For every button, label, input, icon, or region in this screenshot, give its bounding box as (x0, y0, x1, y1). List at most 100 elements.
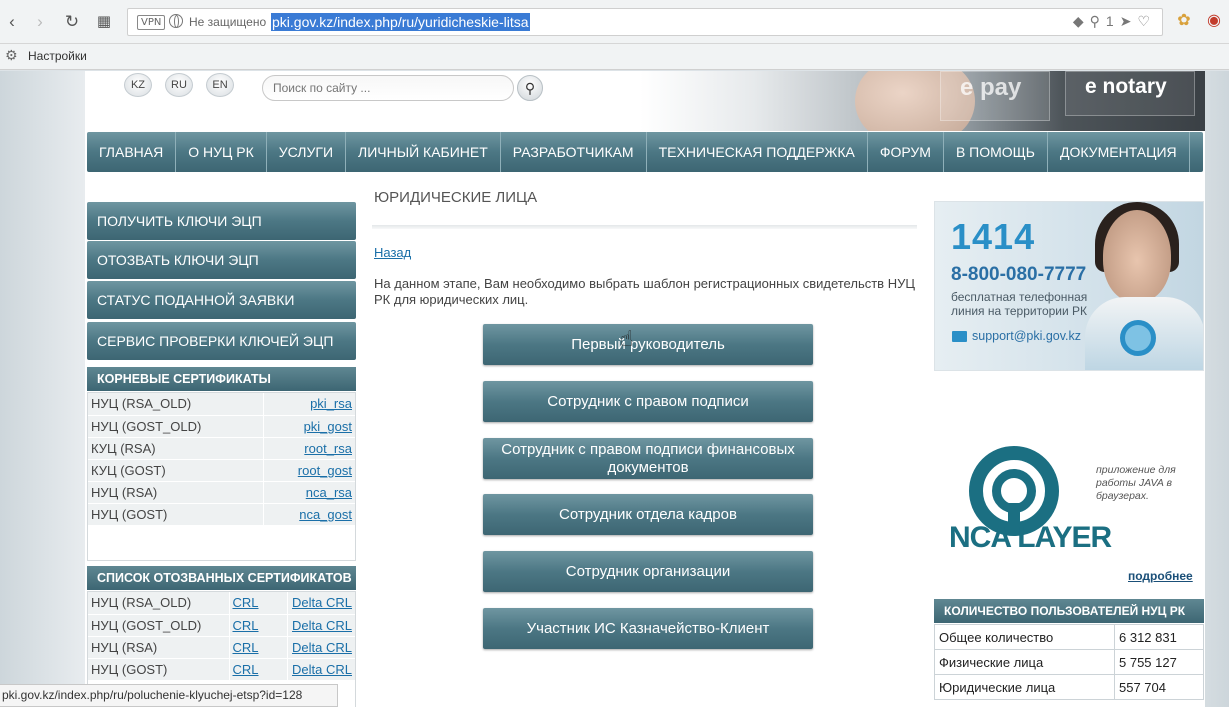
delta-crl-link[interactable]: Delta CRL (286, 658, 355, 681)
template-ceo-button[interactable]: Первый руководитель (483, 324, 813, 365)
table-row: НУЦ (RSA) nca_rsa (88, 481, 355, 504)
delta-crl-link[interactable]: Delta CRL (286, 592, 355, 615)
table-row: НУЦ (GOST) nca_gost (88, 503, 355, 526)
delta-crl-link[interactable]: Delta CRL (286, 614, 355, 637)
cert-name: НУЦ (RSA) (88, 481, 264, 504)
search-input[interactable] (273, 77, 503, 99)
support-email[interactable]: support@pki.gov.kz (972, 329, 1081, 343)
forward-icon[interactable]: › (28, 10, 52, 34)
extension-icon[interactable]: ✿ (1175, 12, 1193, 30)
crl-link[interactable]: CRL (228, 614, 287, 637)
template-finance-signatory-button[interactable]: Сотрудник с правом подписи финансовых до… (483, 438, 813, 479)
vpn-badge[interactable]: VPN (137, 15, 166, 30)
address-bar[interactable]: VPN Не защищено pki.gov.kz/index.php/ru/… (127, 8, 1163, 36)
cert-link[interactable]: pki_rsa (263, 393, 355, 416)
cert-link[interactable]: nca_rsa (263, 481, 355, 504)
tabs-grid-icon[interactable]: ▦ (92, 10, 116, 34)
url-text[interactable]: pki.gov.kz/index.php/ru/yuridicheskie-li… (271, 13, 530, 31)
cert-name: НУЦ (RSA_OLD) (88, 393, 264, 416)
nav-about[interactable]: О НУЦ РК (176, 132, 267, 172)
cert-link[interactable]: pki_gost (263, 415, 355, 438)
cert-link[interactable]: root_gost (263, 459, 355, 482)
bookmarks-bar: ⚙ Настройки (0, 44, 1229, 70)
more-link[interactable]: подробнее (1128, 569, 1193, 583)
delta-crl-link[interactable]: Delta CRL (286, 636, 355, 659)
pin-icon[interactable]: ◉ (1205, 12, 1223, 30)
tab-count[interactable]: 1 (1106, 13, 1120, 29)
zoom-icon[interactable]: ⚲ (1090, 13, 1106, 29)
crl-link[interactable]: CRL (228, 658, 287, 681)
search-box (262, 75, 514, 101)
ncalayer-logo-a: NCA (949, 521, 1011, 554)
back-icon[interactable]: ‹ (0, 10, 24, 34)
operator-image (1120, 320, 1156, 356)
nav-account[interactable]: Личный кабинет (346, 132, 501, 172)
root-certs-table: НУЦ (RSA_OLD) pki_rsa НУЦ (GOST_OLD) pki_g… (88, 393, 355, 526)
support-banner[interactable]: 1414 8-800-080-7777 бесплатная телефонна… (934, 201, 1204, 371)
crl-link[interactable]: CRL (228, 592, 287, 615)
nav-home[interactable]: Главная (87, 132, 177, 172)
nav-forum[interactable]: Форум (868, 132, 944, 172)
free-line-text: бесплатная телефонная линия на территори… (951, 290, 1088, 318)
lang-ru[interactable]: RU (165, 73, 193, 97)
ncalayer-banner[interactable]: NCA LAYER приложение для работы JAVA в б… (934, 431, 1204, 586)
template-signatory-button[interactable]: Сотрудник с правом подписи (483, 381, 813, 422)
template-treasury-button[interactable]: Участник ИС Казначейство-Клиент (483, 608, 813, 649)
ncalayer-logo-b: LAYER (1017, 521, 1112, 554)
table-row: Физические лица 5 755 127 (934, 649, 1204, 675)
template-employee-button[interactable]: Сотрудник организации (483, 551, 813, 592)
mail-icon (952, 331, 967, 342)
lang-en[interactable]: EN (206, 73, 234, 97)
table-row: НУЦ (GOST) CRL Delta CRL (88, 658, 355, 681)
address-actions: ◆⚲1➤♡ (1073, 13, 1156, 30)
page-viewport: KZ RU EN ⚲ e pay e notary Главная О НУЦ … (0, 71, 1229, 707)
table-row: Общее количество 6 312 831 (934, 624, 1204, 650)
nav-services[interactable]: Услуги (267, 132, 347, 172)
cert-name: НУЦ (GOST) (88, 503, 264, 526)
heart-icon[interactable]: ♡ (1137, 13, 1156, 29)
phone-number: 8-800-080-7777 (951, 264, 1087, 285)
banner-epay[interactable]: e pay (960, 74, 1021, 102)
gear-icon[interactable]: ⚙ (5, 47, 18, 64)
bookmark-settings[interactable]: Настройки (28, 49, 87, 63)
request-status-button[interactable]: Статус поданной заявки (87, 281, 356, 319)
page-title: Юридические лица (374, 189, 538, 206)
operator-image (1103, 210, 1171, 302)
key-check-button[interactable]: Сервис проверки ключей ЭЦП (87, 322, 356, 360)
table-row: НУЦ (GOST_OLD) pki_gost (88, 415, 355, 438)
search-icon[interactable]: ⚲ (517, 75, 543, 101)
stat-label: Юридические лица (934, 674, 1115, 700)
user-stats-table: Общее количество 6 312 831 Физические лиц… (934, 624, 1204, 700)
crl-link[interactable]: CRL (228, 636, 287, 659)
globe-icon (169, 14, 183, 28)
site-container: KZ RU EN ⚲ e pay e notary Главная О НУЦ … (85, 71, 1205, 707)
cert-link[interactable]: nca_gost (263, 503, 355, 526)
send-icon[interactable]: ➤ (1120, 13, 1138, 29)
hand-cursor-icon: ☝ (620, 326, 634, 351)
nav-support[interactable]: Техническая поддержка (647, 132, 868, 172)
table-row: КУЦ (RSA) root_rsa (88, 437, 355, 460)
security-label[interactable]: Не защищено (189, 15, 266, 29)
root-certs-panel: НУЦ (RSA_OLD) pki_rsa НУЦ (GOST_OLD) pki_g… (87, 392, 356, 561)
browser-toolbar: ‹ › ↻ ▦ VPN Не защищено pki.gov.kz/index… (0, 0, 1229, 44)
back-link[interactable]: Назад (374, 245, 411, 260)
nav-docs[interactable]: Документация (1048, 132, 1190, 172)
nav-help[interactable]: В помощь (944, 132, 1048, 172)
stat-value: 6 312 831 (1114, 624, 1204, 650)
template-hr-button[interactable]: Сотрудник отдела кадров (483, 494, 813, 535)
crl-title: Список отозванных сертификатов (87, 566, 356, 590)
revoke-keys-button[interactable]: Отозвать ключи ЭЦП (87, 241, 356, 279)
nav-developers[interactable]: Разработчикам (501, 132, 647, 172)
stat-value: 557 704 (1114, 674, 1204, 700)
cert-name: НУЦ (GOST_OLD) (88, 415, 264, 438)
cert-name: КУЦ (GOST) (88, 459, 264, 482)
banner-enotary[interactable]: e notary (1085, 75, 1167, 99)
cube-icon[interactable]: ◆ (1073, 13, 1090, 29)
get-keys-button[interactable]: Получить ключи ЭЦП (87, 202, 356, 240)
lang-kz[interactable]: KZ (124, 73, 152, 97)
cert-link[interactable]: root_rsa (263, 437, 355, 460)
short-number: 1414 (951, 216, 1036, 257)
table-row: НУЦ (GOST_OLD) CRL Delta CRL (88, 614, 355, 637)
title-divider (372, 225, 917, 229)
reload-icon[interactable]: ↻ (60, 10, 84, 34)
